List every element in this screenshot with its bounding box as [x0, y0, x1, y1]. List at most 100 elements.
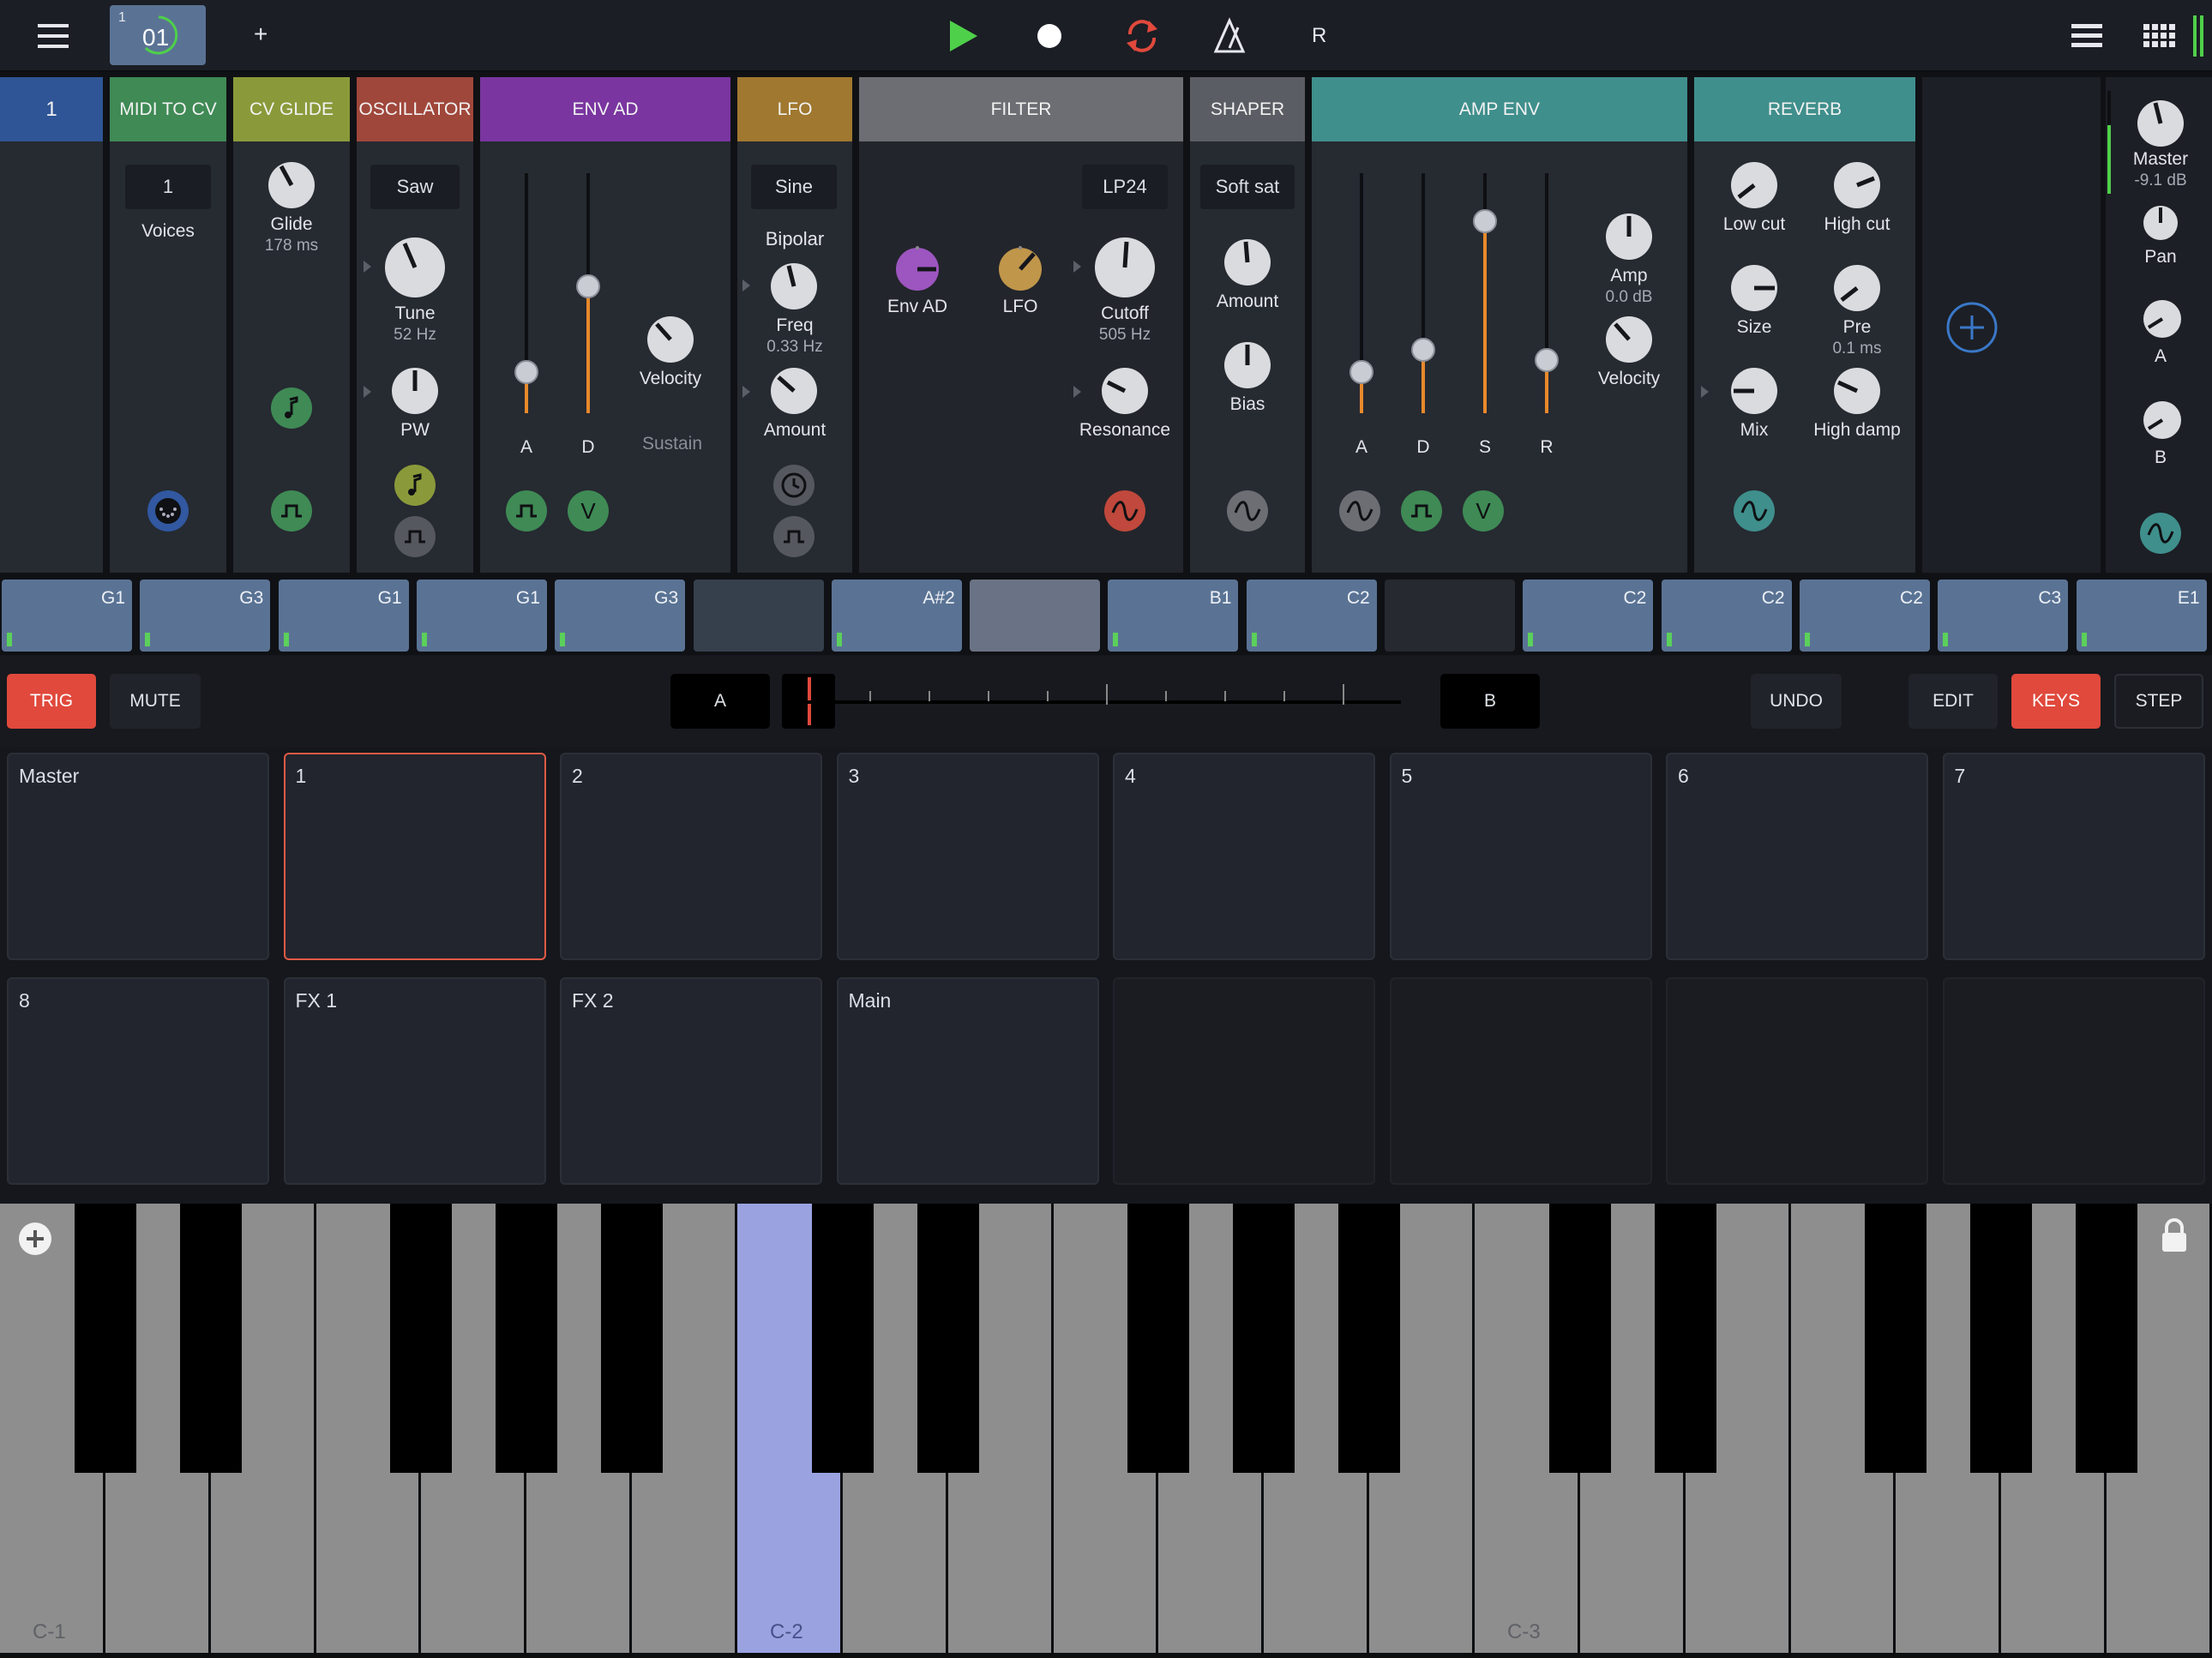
empty-pad[interactable]	[1113, 977, 1375, 1185]
shaper-amount-knob[interactable]	[1222, 237, 1273, 288]
osc-gate-button[interactable]	[394, 516, 436, 557]
track-module[interactable]: 1	[0, 77, 103, 573]
empty-pad[interactable]	[1389, 977, 1652, 1185]
mixer-mod-button[interactable]	[2140, 513, 2181, 554]
amp-env-mod-button[interactable]	[1339, 490, 1380, 532]
amp-env-sustain-thumb[interactable]	[1473, 209, 1497, 233]
filter-mod-button[interactable]	[1104, 490, 1145, 532]
r-button[interactable]: R	[1312, 24, 1326, 48]
play-button[interactable]	[945, 17, 983, 55]
black-key[interactable]	[1127, 1204, 1190, 1473]
pan-knob[interactable]	[2142, 204, 2179, 242]
resonance-knob[interactable]	[1099, 365, 1151, 417]
midi-port-button[interactable]	[147, 490, 189, 532]
lfo-freq-knob[interactable]	[768, 261, 820, 312]
amp-env-gate-button[interactable]	[1401, 490, 1442, 532]
high-cut-knob[interactable]	[1831, 159, 1883, 211]
pattern-slot[interactable]: C2	[1661, 580, 1792, 652]
env-ad-velocity-button[interactable]: V	[568, 490, 609, 532]
track-pad[interactable]: 5	[1389, 753, 1652, 960]
pattern-slot[interactable]	[970, 580, 1101, 652]
track-pad[interactable]: 6	[1666, 753, 1928, 960]
black-key[interactable]	[2076, 1204, 2138, 1473]
env-ad-sustain-label[interactable]: Sustain	[642, 434, 702, 454]
black-key[interactable]	[601, 1204, 664, 1473]
pattern-slot[interactable]: G1	[278, 580, 409, 652]
lfo-clock-button[interactable]	[773, 465, 814, 506]
pattern-slot[interactable]: C3	[1938, 580, 2069, 652]
amp-velocity-knob[interactable]	[1603, 314, 1655, 365]
black-key[interactable]	[74, 1204, 136, 1473]
black-key[interactable]	[1548, 1204, 1611, 1473]
master-knob[interactable]	[2135, 98, 2186, 149]
filter-type-select[interactable]: LP24	[1082, 165, 1168, 209]
black-key[interactable]	[496, 1204, 558, 1473]
track-pad[interactable]: 1	[283, 753, 546, 960]
list-view-button[interactable]	[2070, 21, 2104, 51]
pattern-slot[interactable]: G1	[416, 580, 547, 652]
pattern-slot[interactable]: A#2	[831, 580, 962, 652]
send-b-knob[interactable]	[2142, 399, 2183, 441]
osc-pitch-button[interactable]	[394, 465, 436, 506]
track-pad[interactable]: Master	[7, 753, 269, 960]
empty-pad[interactable]	[1666, 977, 1928, 1185]
black-key[interactable]	[1338, 1204, 1401, 1473]
pattern-slot[interactable]: G1	[2, 580, 132, 652]
black-key[interactable]	[917, 1204, 979, 1473]
send-a-knob[interactable]	[2142, 298, 2183, 339]
black-key[interactable]	[179, 1204, 242, 1473]
lfo-amount-knob[interactable]	[768, 365, 820, 417]
amp-env-release-thumb[interactable]	[1535, 348, 1559, 372]
black-key[interactable]	[1970, 1204, 2033, 1473]
reverb-mod-button[interactable]	[1734, 490, 1775, 532]
env-ad-decay-thumb[interactable]	[576, 274, 600, 298]
keys-button[interactable]: KEYS	[2011, 674, 2101, 729]
amp-env-velocity-button[interactable]: V	[1463, 490, 1504, 532]
cutoff-knob[interactable]	[1092, 235, 1157, 300]
edit-button[interactable]: EDIT	[1908, 674, 1998, 729]
step-button[interactable]: STEP	[2114, 674, 2203, 729]
track-pad[interactable]: 7	[1942, 753, 2205, 960]
keyboard-lock-button[interactable]	[2159, 1216, 2190, 1257]
glide-note-button[interactable]	[271, 387, 312, 429]
empty-pad[interactable]	[1942, 977, 2205, 1185]
add-project-button[interactable]: +	[254, 21, 267, 48]
metronome-button[interactable]	[1212, 17, 1247, 55]
menu-button[interactable]	[34, 19, 72, 53]
glide-gate-button[interactable]	[271, 490, 312, 532]
track-pad[interactable]: 3	[836, 753, 1099, 960]
scene-a-button[interactable]: A	[670, 674, 770, 729]
project-selector[interactable]: 1 01	[110, 5, 206, 65]
pattern-slot[interactable]	[693, 580, 824, 652]
black-key[interactable]	[1865, 1204, 1927, 1473]
piano-keyboard[interactable]: C-1 C-2 C-3	[0, 1204, 2212, 1658]
track-pad[interactable]: FX 1	[283, 977, 546, 1185]
scene-b-button[interactable]: B	[1440, 674, 1540, 729]
black-key[interactable]	[390, 1204, 453, 1473]
track-pad[interactable]: 4	[1113, 753, 1375, 960]
shaper-mod-button[interactable]	[1227, 490, 1268, 532]
env-ad-gate-button[interactable]	[506, 490, 547, 532]
black-key[interactable]	[1654, 1204, 1716, 1473]
filter-env-mod-knob[interactable]	[893, 245, 941, 293]
pattern-slot[interactable]	[1385, 580, 1515, 652]
add-keyboard-button[interactable]	[17, 1221, 53, 1257]
pattern-slot[interactable]: G3	[140, 580, 271, 652]
env-ad-velocity-knob[interactable]	[645, 314, 696, 365]
shaper-type-select[interactable]: Soft sat	[1200, 165, 1295, 209]
mute-button[interactable]: MUTE	[110, 674, 201, 729]
mix-knob[interactable]	[1728, 365, 1780, 417]
shaper-bias-knob[interactable]	[1222, 339, 1273, 391]
pattern-slot[interactable]: C2	[1523, 580, 1654, 652]
tune-knob[interactable]	[382, 235, 448, 300]
low-cut-knob[interactable]	[1728, 159, 1780, 211]
filter-lfo-mod-knob[interactable]	[996, 245, 1044, 293]
track-pad[interactable]: 8	[7, 977, 269, 1185]
oscillator-wave-select[interactable]: Saw	[370, 165, 460, 209]
crossfader[interactable]	[782, 674, 1401, 729]
high-damp-knob[interactable]	[1831, 365, 1883, 417]
grid-view-button[interactable]	[2142, 21, 2176, 51]
pattern-slot[interactable]: C2	[1246, 580, 1377, 652]
track-pad[interactable]: Main	[836, 977, 1099, 1185]
voices-value[interactable]: 1	[125, 165, 211, 209]
